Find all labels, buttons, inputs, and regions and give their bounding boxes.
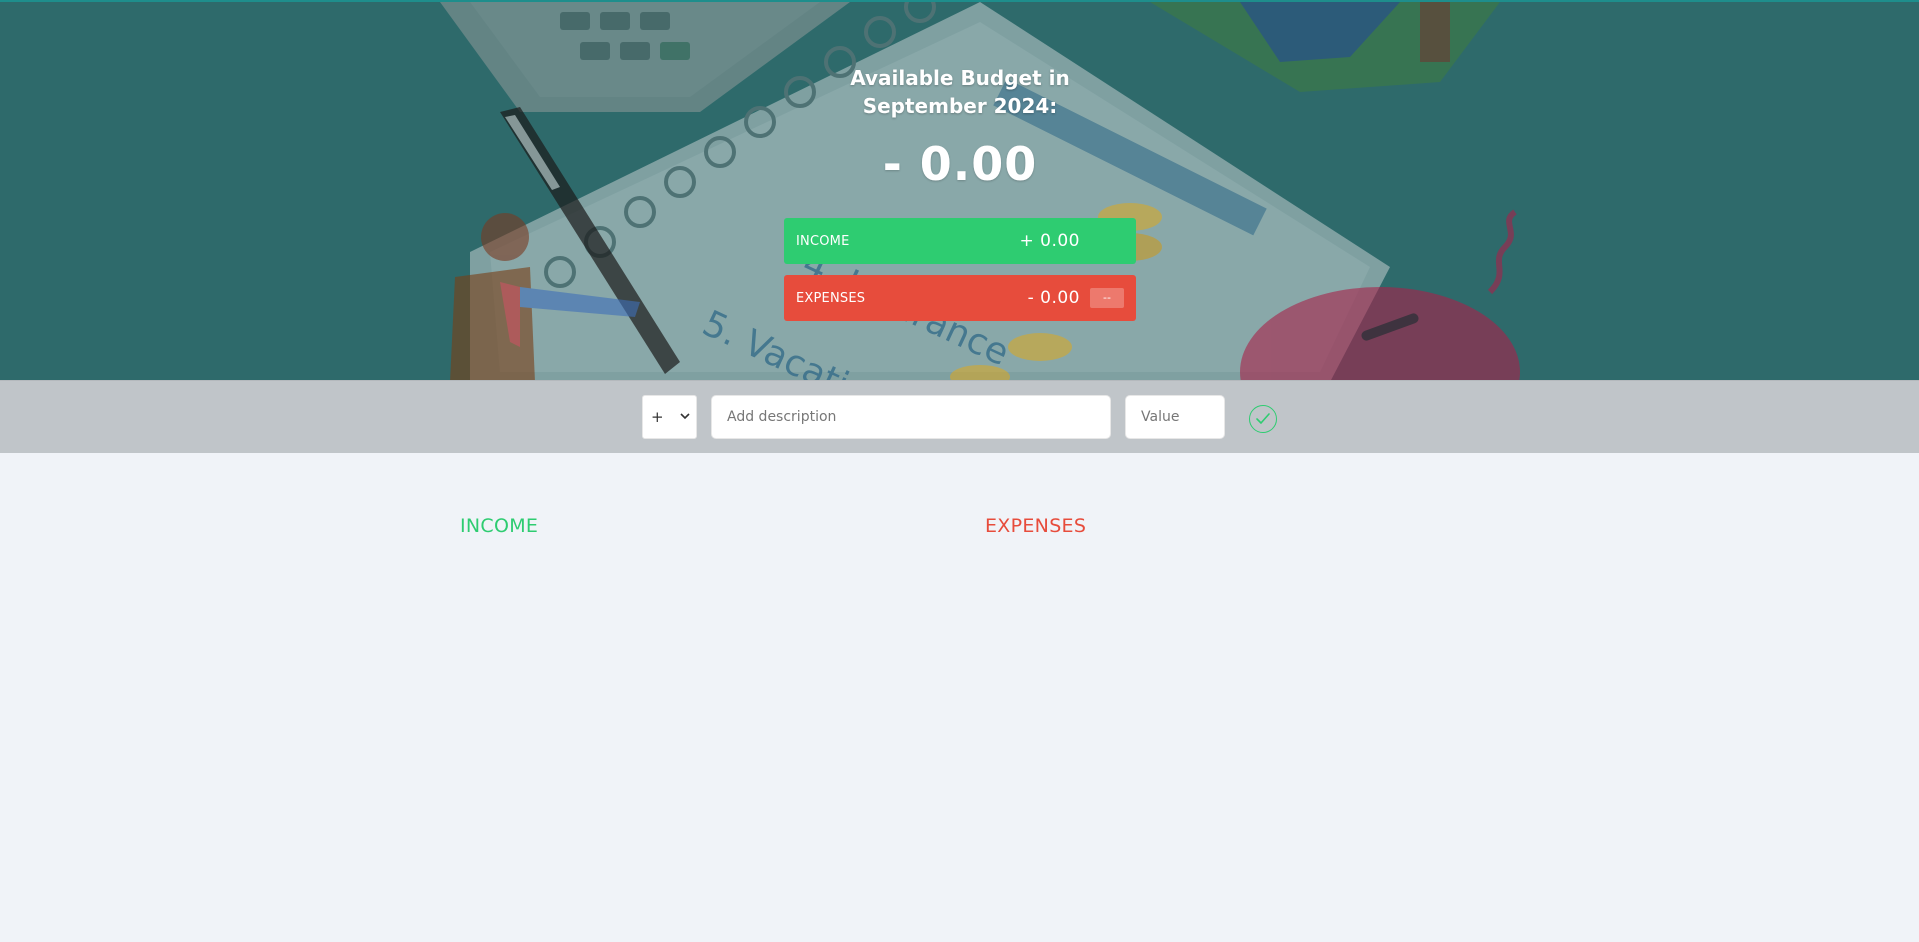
expenses-list-title: EXPENSES — [985, 515, 1087, 537]
entries-lists: INCOME EXPENSES — [0, 453, 1919, 942]
budget-header: 5. Vacatio 4. Insurance — [0, 0, 1919, 380]
expenses-summary-value: - 0.00 — [1027, 288, 1080, 308]
expenses-percentage-badge: -- — [1090, 288, 1124, 308]
chevron-down-icon — [680, 412, 690, 423]
available-budget: Available Budget in September 2024: - 0.… — [784, 64, 1136, 192]
expenses-summary-label: EXPENSES — [796, 290, 866, 306]
add-entry-button[interactable] — [1249, 405, 1277, 433]
add-entry-bar: + — [0, 380, 1919, 453]
description-input[interactable] — [711, 395, 1111, 439]
income-summary-label: INCOME — [796, 233, 850, 249]
income-summary-value: + 0.00 — [1019, 231, 1080, 251]
type-select[interactable]: + — [642, 395, 697, 439]
income-list-title: INCOME — [460, 515, 539, 537]
income-summary: INCOME + 0.00 — [784, 218, 1136, 264]
expenses-summary: EXPENSES - 0.00 -- — [784, 275, 1136, 321]
value-input[interactable] — [1125, 395, 1225, 439]
budget-value: - 0.00 — [882, 137, 1038, 191]
budget-title: Available Budget in September 2024: — [850, 66, 1070, 118]
type-select-value: + — [651, 408, 664, 426]
check-circle-icon — [1256, 413, 1270, 424]
